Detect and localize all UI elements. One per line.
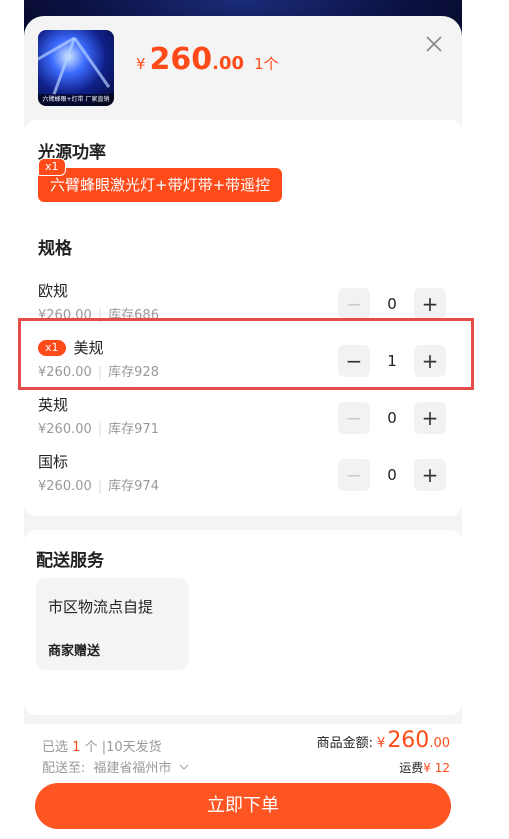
spec-row: 国标 ¥260.00 | 库存974 − 0 + (24, 451, 462, 501)
spec-price: ¥260.00 (38, 422, 92, 437)
spec-stock: 库存971 (108, 422, 159, 437)
spec-meta: ¥260.00 | 库存971 (38, 422, 159, 437)
quantity-stepper: − 0 + (338, 402, 448, 434)
delivery-option-note: 商家赠送 (48, 644, 101, 659)
goods-total-currency: ¥ (377, 736, 386, 751)
sku-sheet: 六臂蜂眼+灯带 厂家直销 ¥ 260 .00 1个 光源功率 x1 六臂蜂眼激光… (24, 16, 462, 839)
shipping-fee: 运费¥ 12 (399, 759, 450, 776)
price-decimal: .00 (212, 53, 245, 74)
decrease-button[interactable]: − (338, 459, 370, 491)
thumbnail-caption: 六臂蜂眼+灯带 厂家直销 (38, 94, 114, 106)
goods-total-label: 商品金额: (316, 736, 374, 751)
increase-button[interactable]: + (414, 459, 446, 491)
selection-prefix: 已选 (42, 740, 69, 755)
price-integer: 260 (149, 42, 213, 77)
chevron-down-icon (179, 764, 188, 770)
shipping-fee-value: ¥ 12 (423, 761, 450, 775)
ship-to-label: 配送至: (42, 761, 86, 776)
selected-count-tag: x1 (38, 158, 66, 176)
delivery-title: 配送服务 (36, 551, 104, 571)
quantity-value[interactable]: 0 (370, 288, 414, 320)
checkout-footer: 已选 1 个 |10天发货 配送至: 福建省福州市 商品金额: ¥ 260 .00… (24, 724, 462, 839)
sheet-header: 六臂蜂眼+灯带 厂家直销 ¥ 260 .00 1个 (24, 16, 462, 121)
light-beam-graphic (73, 37, 111, 89)
delivery-option[interactable]: 市区物流点自提 商家赠送 (36, 578, 189, 670)
spec-name: 英规 (38, 396, 69, 414)
decrease-button[interactable]: − (338, 288, 370, 320)
spec-meta: ¥260.00 | 库存974 (38, 479, 159, 494)
increase-button[interactable]: + (414, 402, 446, 434)
buy-now-button[interactable]: 立即下单 (35, 783, 451, 829)
goods-total-integer: 260 (387, 728, 430, 753)
selection-summary: 已选 1 个 |10天发货 (42, 736, 162, 755)
close-icon[interactable] (424, 34, 444, 54)
delivery-card: 配送服务 市区物流点自提 商家赠送 (24, 530, 462, 715)
selected-quantity: 1个 (254, 55, 279, 73)
ship-to-address: 福建省福州市 (93, 761, 172, 776)
selection-count: 1 (72, 740, 81, 755)
spec-title: 规格 (38, 239, 72, 259)
selection-highlight-box (18, 318, 474, 390)
spec-name: 国标 (38, 453, 69, 471)
light-power-option-selected[interactable]: x1 六臂蜂眼激光灯+带灯带+带遥控 (38, 158, 283, 202)
spec-row: 英规 ¥260.00 | 库存971 − 0 + (24, 394, 462, 444)
spec-name: 欧规 (38, 282, 69, 300)
quantity-value[interactable]: 0 (370, 402, 414, 434)
light-power-option-label: 六臂蜂眼激光灯+带灯带+带遥控 (50, 176, 271, 194)
quantity-value[interactable]: 0 (370, 459, 414, 491)
goods-total-decimal: .00 (429, 736, 450, 751)
quantity-stepper: − 0 + (338, 459, 448, 491)
increase-button[interactable]: + (414, 288, 446, 320)
ship-to-selector[interactable]: 配送至: 福建省福州市 (42, 757, 189, 776)
decrease-button[interactable]: − (338, 402, 370, 434)
selection-suffix: 个 |10天发货 (84, 740, 162, 755)
goods-total: 商品金额: ¥ 260 .00 (317, 728, 450, 753)
product-price: ¥ 260 .00 1个 (136, 42, 279, 82)
delivery-option-label: 市区物流点自提 (48, 598, 154, 616)
spec-stock: 库存974 (108, 479, 159, 494)
product-thumbnail[interactable]: 六臂蜂眼+灯带 厂家直销 (38, 30, 114, 106)
shipping-fee-label: 运费 (399, 761, 424, 775)
spec-price: ¥260.00 (38, 479, 92, 494)
price-currency: ¥ (136, 55, 146, 73)
quantity-stepper: − 0 + (338, 288, 448, 320)
